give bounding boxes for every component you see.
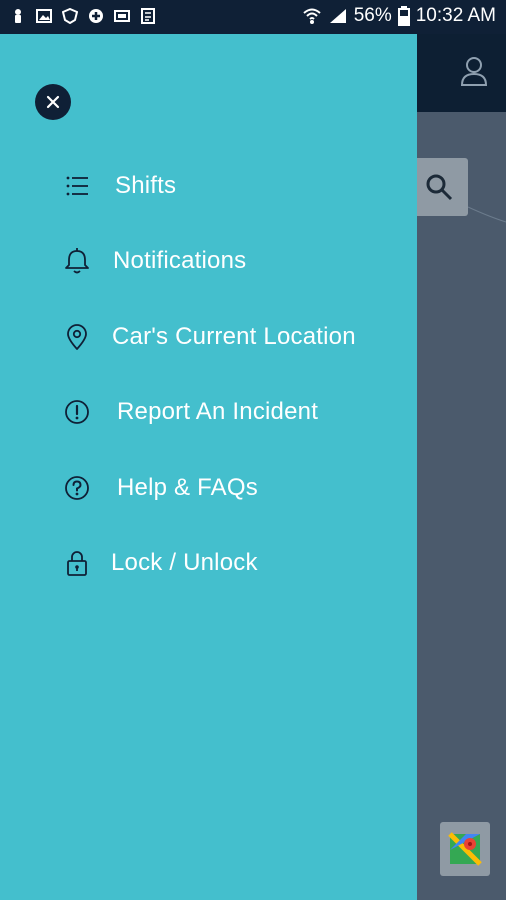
google-maps-icon: [448, 832, 482, 866]
menu-item-help[interactable]: Help & FAQs: [0, 458, 417, 518]
menu-item-car-location[interactable]: Car's Current Location: [0, 307, 417, 367]
navigation-drawer: Shifts Notifications Car's Current Locat…: [0, 34, 417, 900]
plus-circle-notification-icon: [89, 9, 103, 23]
user-profile-icon[interactable]: [460, 56, 488, 86]
search-icon: [426, 174, 453, 201]
help-circle-icon: [65, 476, 89, 500]
battery-icon: [397, 6, 410, 26]
cast-notification-icon: [114, 10, 130, 22]
notification-icons: [10, 8, 156, 24]
google-maps-button[interactable]: [440, 822, 490, 876]
image-notification-icon: [36, 9, 52, 23]
menu-item-label: Car's Current Location: [112, 323, 356, 350]
menu-item-label: Shifts: [115, 172, 177, 199]
clock: 10:32 AM: [415, 5, 496, 26]
menu-item-notifications[interactable]: Notifications: [0, 231, 417, 291]
menu-item-label: Lock / Unlock: [111, 549, 258, 576]
signal-icon: [329, 9, 346, 23]
alert-circle-icon: [65, 400, 89, 424]
battery-percent: 56%: [353, 5, 392, 26]
location-pin-icon: [67, 324, 87, 350]
person-notification-icon: [15, 9, 21, 23]
bell-icon: [65, 248, 89, 274]
menu-item-label: Help & FAQs: [117, 474, 258, 501]
prescription-notification-icon: [141, 8, 155, 24]
system-status: 56% 10:32 AM: [302, 5, 496, 27]
menu-item-report-incident[interactable]: Report An Incident: [0, 382, 417, 442]
menu-item-label: Notifications: [113, 247, 247, 274]
close-icon: [46, 95, 60, 109]
wifi-icon: [303, 8, 321, 24]
map-search-button[interactable]: [410, 158, 468, 216]
close-drawer-button[interactable]: [35, 84, 71, 120]
menu-item-label: Report An Incident: [117, 398, 319, 425]
shield-notification-icon: [62, 8, 78, 24]
padlock-icon: [67, 551, 87, 576]
menu-item-lock-unlock[interactable]: Lock / Unlock: [0, 533, 417, 593]
menu-item-shifts[interactable]: Shifts: [0, 156, 417, 216]
list-icon: [66, 176, 88, 196]
status-bar: 56% 10:32 AM: [0, 0, 506, 34]
